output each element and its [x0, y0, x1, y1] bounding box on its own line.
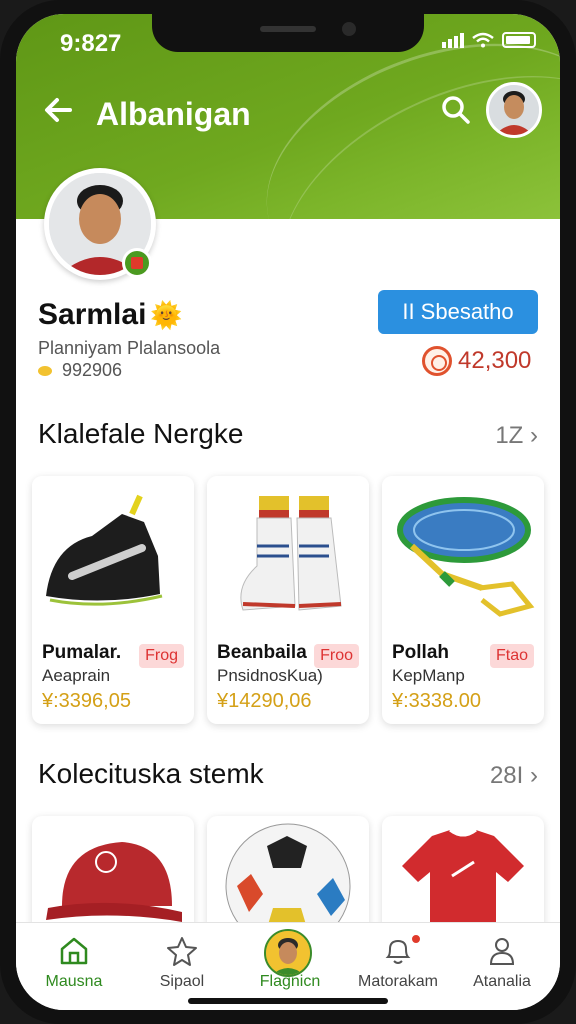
product-card[interactable]	[32, 816, 194, 936]
sun-emoji-icon: 🌞	[150, 300, 183, 330]
product-tag: Ftao	[489, 644, 534, 668]
chevron-right-icon: ›	[530, 422, 538, 449]
product-title: Pumalar.	[42, 642, 122, 663]
profile-stat-value: 992906	[62, 360, 123, 380]
product-card[interactable]	[382, 816, 544, 936]
tab-label: Atanalia	[473, 973, 531, 990]
product-tag: Froo	[314, 644, 359, 668]
avatar-icon	[264, 929, 312, 977]
tab-profile[interactable]: Flagnicn	[236, 923, 344, 1010]
boots-icon	[207, 476, 369, 636]
search-icon[interactable]	[438, 92, 474, 128]
notification-dot	[410, 933, 422, 945]
battery-icon	[502, 32, 536, 48]
coin-value: 42,300	[458, 347, 532, 374]
product-price: ¥14290,06	[217, 690, 312, 712]
tab-label: Mausna	[45, 973, 103, 990]
tab-home[interactable]: Mausna	[20, 923, 128, 1010]
camera	[342, 22, 356, 36]
top-bar: Albanigan	[16, 82, 560, 138]
signal-icon	[442, 32, 464, 48]
jersey-icon	[402, 828, 524, 936]
product-card[interactable]: Pumalar. Frog Aeaprain ¥:3396,05	[32, 476, 194, 724]
back-arrow-icon[interactable]	[40, 92, 76, 128]
product-title: Beanbaila	[217, 642, 307, 663]
status-time: 9:827	[60, 30, 122, 57]
tab-label: Matorakam	[357, 973, 439, 990]
soccer-ball-icon	[225, 823, 351, 936]
device-notch	[152, 14, 424, 52]
user-icon	[489, 938, 515, 965]
profile-name: Sarmlai	[38, 298, 147, 331]
product-card[interactable]	[207, 816, 369, 936]
user-avatar[interactable]	[486, 82, 542, 138]
product-tag: Frog	[139, 644, 184, 668]
app-screen: 9:827 Albanigan Sarmlai 🌞 Planniyam Plal…	[16, 14, 560, 1010]
subscribe-button[interactable]: II Sbesatho	[378, 290, 538, 334]
tab-label: Flagnicn	[259, 973, 321, 990]
product-card[interactable]: Beanbaila Froo PnsidnosKua) ¥14290,06	[207, 476, 369, 724]
product-subtitle: KepManp	[392, 666, 465, 685]
section-title: Kolecituska stemk	[38, 758, 264, 789]
chevron-right-icon: ›	[530, 762, 538, 789]
section-more-link[interactable]: 1Z ›	[495, 422, 538, 450]
coin-balance: 42,300	[422, 346, 531, 376]
tab-account[interactable]: Atanalia	[448, 923, 556, 1010]
verified-badge-icon	[122, 248, 152, 278]
stat-icon	[38, 366, 52, 377]
product-subtitle: Aeaprain	[42, 666, 111, 685]
section-more-link[interactable]: 28I ›	[490, 762, 538, 790]
profile-subtitle: Planniyam Plalansoola	[38, 338, 221, 358]
tab-notifications[interactable]: Matorakam	[344, 923, 452, 1010]
sneaker-icon	[32, 476, 194, 636]
section-count: 1Z	[495, 422, 524, 449]
product-price: ¥:3338.00	[392, 690, 481, 712]
cap-icon	[46, 842, 182, 922]
avatar-face-icon	[489, 85, 539, 135]
product-title: Pollah	[392, 642, 450, 663]
star-icon	[167, 937, 197, 966]
section-title: Klalefale Nergke	[38, 418, 244, 449]
racket-icon	[382, 476, 544, 636]
product-card[interactable]: Pollah Ftao KepManp ¥:3338.00	[382, 476, 544, 724]
coin-icon	[422, 346, 452, 376]
home-indicator[interactable]	[188, 998, 388, 1004]
tab-favorites[interactable]: Sipaol	[128, 923, 236, 1010]
status-icons	[442, 32, 536, 48]
page-title: Albanigan	[96, 96, 251, 132]
section-count: 28I	[489, 762, 524, 789]
home-icon	[60, 937, 88, 965]
tab-label: Sipaol	[159, 973, 205, 990]
phone-frame: 9:827 Albanigan Sarmlai 🌞 Planniyam Plal…	[0, 0, 576, 1024]
bottom-tab-bar: Mausna Sipaol Flagnicn Matorakam Atanali…	[16, 922, 560, 1010]
product-subtitle: PnsidnosKua)	[217, 666, 323, 685]
wifi-icon	[472, 32, 494, 48]
product-price: ¥:3396,05	[42, 690, 131, 712]
profile-stat: 992906	[38, 360, 122, 381]
speaker	[260, 26, 316, 32]
